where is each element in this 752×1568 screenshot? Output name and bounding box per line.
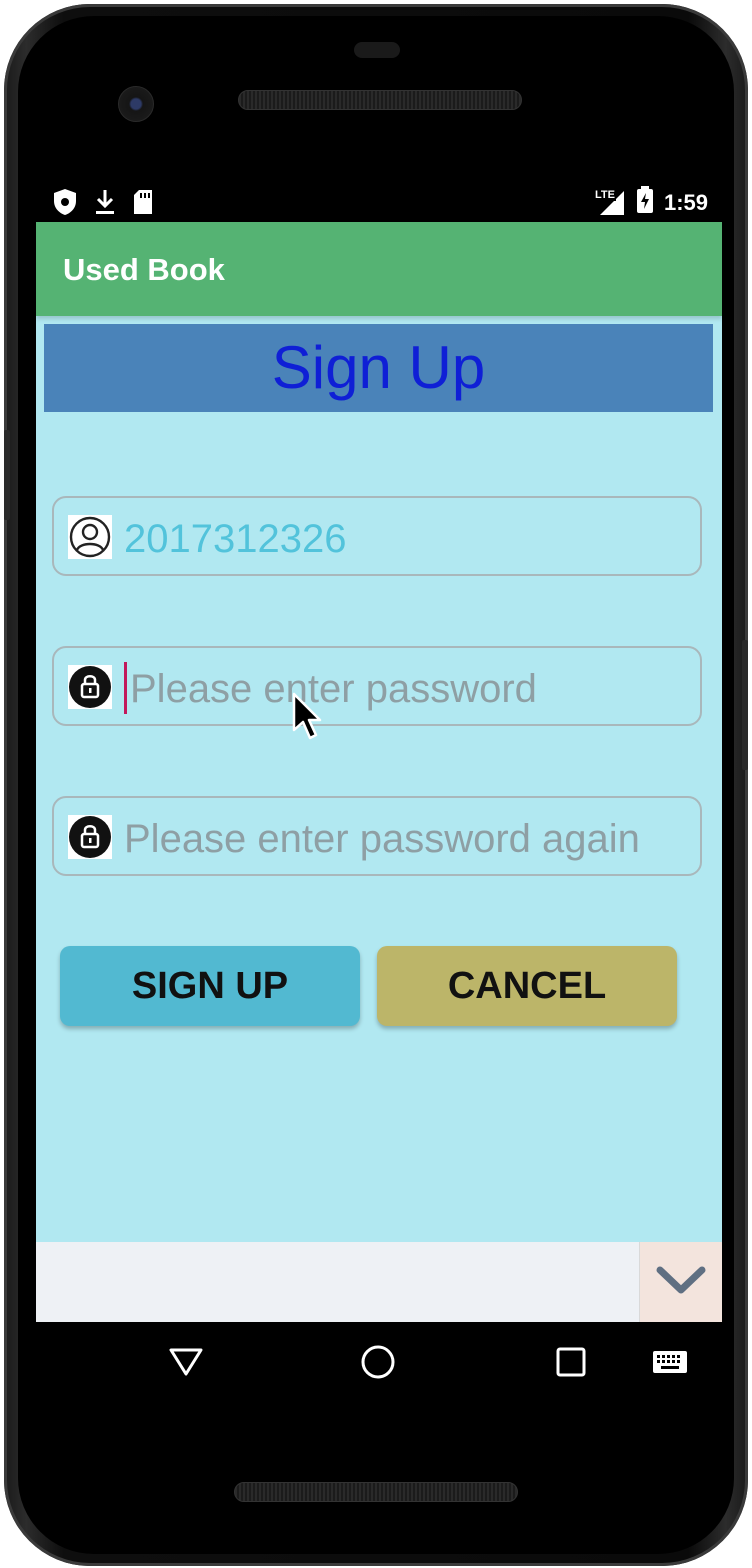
earpiece-speaker bbox=[238, 90, 522, 110]
front-camera bbox=[118, 86, 154, 122]
back-button[interactable] bbox=[164, 1342, 208, 1386]
page-header: Sign Up bbox=[44, 324, 713, 412]
signal-icon: LTE bbox=[593, 189, 626, 217]
cancel-button[interactable]: CANCEL bbox=[377, 946, 677, 1026]
bottom-speaker bbox=[234, 1482, 518, 1502]
page-title: Sign Up bbox=[271, 334, 486, 401]
collapse-button[interactable] bbox=[639, 1242, 722, 1322]
lock-icon bbox=[68, 815, 112, 859]
home-button[interactable] bbox=[356, 1342, 400, 1386]
proximity-sensor bbox=[354, 42, 400, 58]
back-icon bbox=[168, 1347, 204, 1382]
password-again-placeholder: Please enter password again bbox=[124, 817, 640, 861]
battery-charging-icon bbox=[636, 186, 654, 220]
side-button-left bbox=[4, 430, 10, 520]
app-bar: Used Book bbox=[36, 222, 722, 316]
chevron-down-icon bbox=[654, 1260, 708, 1305]
user-circle-icon bbox=[68, 515, 112, 559]
sd-card-icon bbox=[132, 189, 154, 220]
recents-button[interactable] bbox=[549, 1342, 593, 1386]
app-title: Used Book bbox=[63, 252, 225, 287]
username-field[interactable]: 2017312326 bbox=[52, 496, 702, 576]
network-type-label: LTE bbox=[593, 189, 616, 201]
password-placeholder: Please enter password bbox=[130, 667, 537, 711]
side-button-right bbox=[742, 640, 748, 770]
recents-icon bbox=[555, 1346, 587, 1383]
mouse-pointer-icon bbox=[292, 692, 322, 747]
download-icon bbox=[94, 188, 116, 221]
shield-icon bbox=[52, 188, 78, 221]
password-again-field[interactable]: Please enter password again bbox=[52, 796, 702, 876]
keyboard-button[interactable] bbox=[648, 1342, 692, 1386]
bottom-strip bbox=[36, 1242, 722, 1322]
status-bar: LTE 1:59 bbox=[36, 182, 722, 222]
home-icon bbox=[360, 1344, 396, 1385]
sign-up-button[interactable]: SIGN UP bbox=[60, 946, 360, 1026]
text-caret bbox=[124, 662, 127, 714]
sign-up-screen: Sign Up 2017312326 Please enter password bbox=[36, 316, 722, 1242]
navigation-bar bbox=[36, 1322, 722, 1404]
username-value: 2017312326 bbox=[124, 517, 347, 561]
keyboard-icon bbox=[652, 1350, 688, 1379]
lock-icon bbox=[68, 665, 112, 709]
password-field[interactable]: Please enter password bbox=[52, 646, 702, 726]
clock: 1:59 bbox=[663, 190, 708, 215]
